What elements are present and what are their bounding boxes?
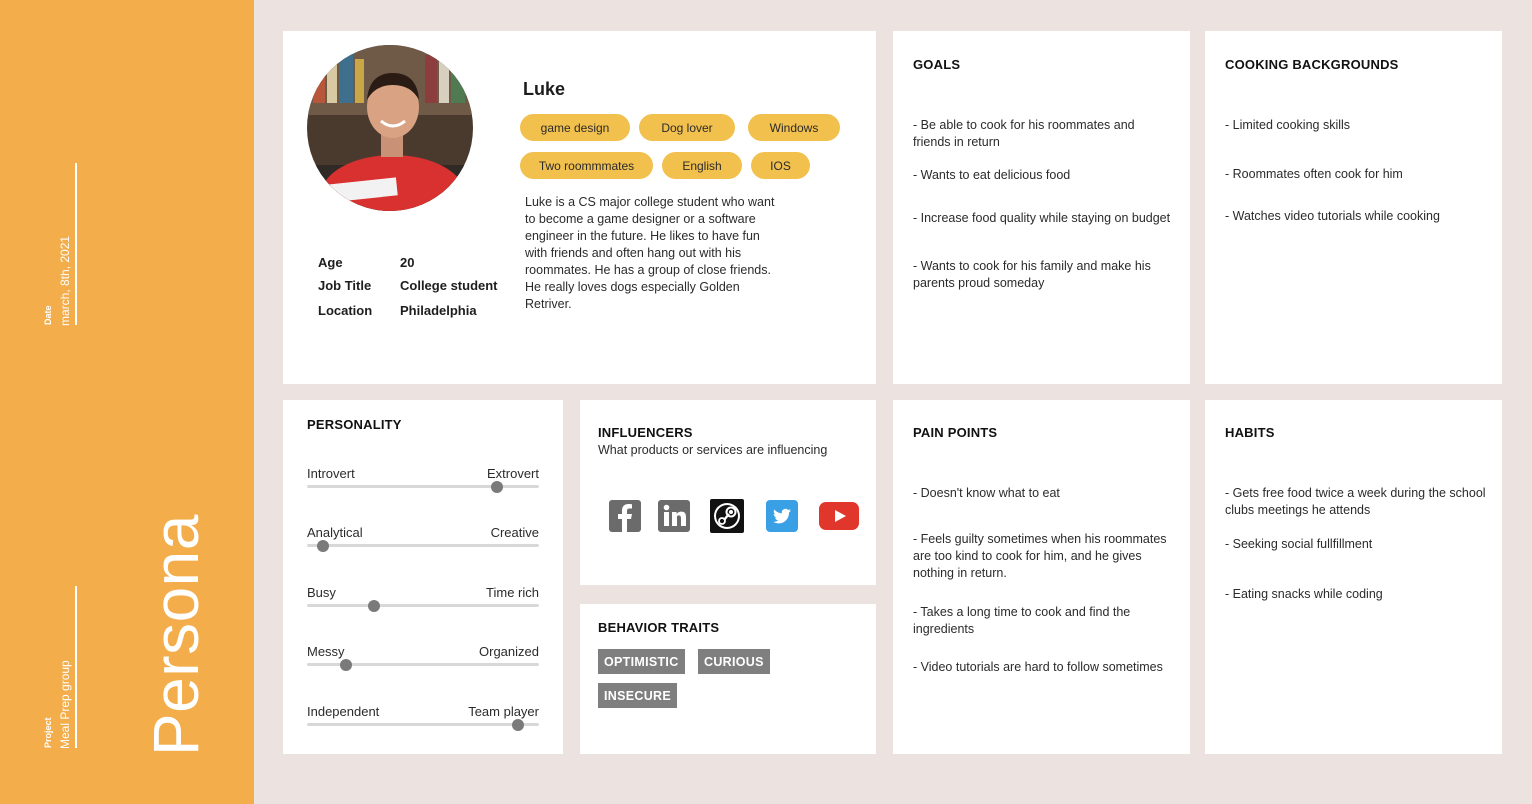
twitter-icon[interactable]: [765, 499, 799, 533]
steam-icon[interactable]: [710, 499, 744, 533]
cooking-item: - Roommates often cook for him: [1225, 167, 1403, 181]
slider-right-label: Time rich: [486, 585, 539, 600]
slider-left-label: Messy: [307, 644, 345, 659]
slider-left-label: Independent: [307, 704, 380, 719]
persona-name: Luke: [523, 79, 566, 99]
profile-card: Luke game design Dog lover Windows Two r…: [283, 31, 876, 384]
habit-item: - Seeking social fullfillment: [1225, 537, 1373, 551]
slider-knob[interactable]: [512, 719, 525, 731]
avatar-photo: [307, 45, 473, 211]
slider-track: [307, 544, 539, 547]
slider-right-label: Team player: [468, 704, 539, 719]
goals-heading: GOALS: [913, 57, 961, 72]
date-label: Date: [43, 305, 53, 325]
youtube-icon[interactable]: [818, 499, 860, 533]
tag-ios: IOS: [751, 152, 810, 179]
sidebar: Date march, 8th, 2021 Project Meal Prep …: [0, 0, 254, 804]
personality-card: PERSONALITY Introvert Extrovert Analytic…: [283, 400, 563, 754]
behavior-heading: BEHAVIOR TRAITS: [598, 620, 720, 635]
cooking-item: - Limited cooking skills: [1225, 118, 1351, 132]
info-location-label: Location: [318, 303, 373, 318]
tag-game-design: game design: [520, 114, 630, 141]
slider-knob[interactable]: [368, 600, 381, 612]
persona-title: Persona: [140, 514, 212, 756]
avatar: [307, 45, 473, 211]
slider-knob[interactable]: [491, 481, 504, 493]
tag-english: English: [662, 152, 742, 179]
tag-windows: Windows: [748, 114, 840, 141]
info-age-label: Age: [318, 255, 343, 270]
slider-knob[interactable]: [317, 540, 330, 552]
slider-knob[interactable]: [340, 659, 353, 671]
pain-point-item: - Takes a long time to cook and find the…: [913, 605, 1131, 636]
tag-dog-lover: Dog lover: [639, 114, 735, 141]
cooking-item: - Watches video tutorials while cooking: [1225, 209, 1440, 223]
behavior-card: BEHAVIOR TRAITS OPTIMISTIC CURIOUS INSEC…: [580, 604, 876, 754]
info-age-value: 20: [400, 255, 415, 270]
habit-item: - Eating snacks while coding: [1225, 587, 1383, 601]
linkedin-icon[interactable]: [657, 499, 691, 533]
slider-left-label: Busy: [307, 585, 336, 600]
pain-point-item: - Feels guilty sometimes when his roomma…: [913, 532, 1167, 580]
slider-left-label: Introvert: [307, 466, 355, 481]
info-job-value: College student: [400, 278, 498, 293]
slider-right-label: Creative: [490, 525, 539, 540]
goal-item: - Wants to cook for his family and make …: [913, 259, 1151, 290]
habit-item: - Gets free food twice a week during the…: [1225, 486, 1486, 517]
slider-right-label: Extrovert: [486, 466, 539, 481]
goal-item: - Increase food quality while staying on…: [913, 211, 1171, 225]
goals-card: GOALS - Be able to cook for his roommate…: [893, 31, 1190, 384]
pain-point-item: - Doesn't know what to eat: [913, 486, 1060, 500]
habits-card: HABITS - Gets free food twice a week dur…: [1205, 400, 1502, 754]
trait-badge: CURIOUS: [698, 649, 770, 674]
trait-badge: OPTIMISTIC: [598, 649, 685, 674]
project-divider: [75, 586, 77, 748]
slider-left-label: Analytical: [307, 525, 363, 540]
project-value: Meal Prep group: [58, 660, 72, 749]
habits-heading: HABITS: [1225, 425, 1275, 440]
facebook-icon[interactable]: [608, 499, 642, 533]
influencers-heading: INFLUENCERS: [598, 425, 693, 440]
date-value: march, 8th, 2021: [58, 235, 72, 326]
date-divider: [75, 163, 77, 325]
goal-item: - Be able to cook for his roommates and …: [913, 118, 1135, 149]
slider-track: [307, 485, 539, 488]
goal-item: - Wants to eat delicious food: [913, 168, 1071, 182]
influencers-card: INFLUENCERS What products or services ar…: [580, 400, 876, 585]
slider-track: [307, 604, 539, 607]
pain-points-heading: PAIN POINTS: [913, 425, 998, 440]
personality-heading: PERSONALITY: [307, 417, 402, 432]
tag-two-roommates: Two roommmates: [520, 152, 653, 179]
influencers-subheading: What products or services are influencin…: [598, 443, 828, 457]
cooking-heading: COOKING BACKGROUNDS: [1225, 57, 1399, 72]
slider-right-label: Organized: [479, 644, 539, 659]
project-label: Project: [43, 717, 53, 748]
info-job-label: Job Title: [318, 278, 372, 293]
trait-badge: INSECURE: [598, 683, 677, 708]
slider-track: [307, 723, 539, 726]
pain-points-card: PAIN POINTS - Doesn't know what to eat -…: [893, 400, 1190, 754]
persona-bio: Luke is a CS major college student who w…: [525, 195, 775, 311]
info-location-value: Philadelphia: [400, 303, 477, 318]
cooking-card: COOKING BACKGROUNDS - Limited cooking sk…: [1205, 31, 1502, 384]
pain-point-item: - Video tutorials are hard to follow som…: [913, 660, 1163, 674]
